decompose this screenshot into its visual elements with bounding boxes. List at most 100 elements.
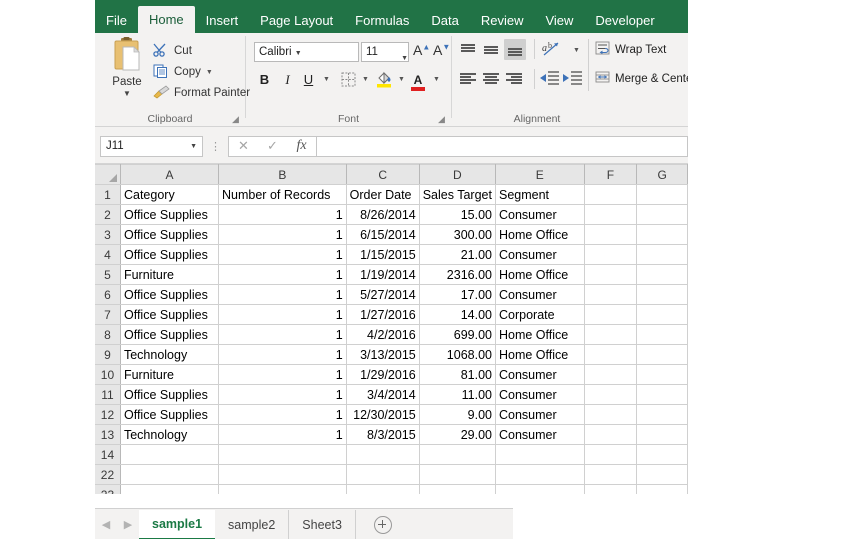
cell-G9[interactable] (636, 344, 688, 365)
cell-D13[interactable]: 29.00 (419, 424, 496, 445)
cell-D22[interactable] (419, 464, 496, 485)
column-header-e[interactable]: E (495, 164, 585, 185)
cell-B4[interactable]: 1 (218, 244, 347, 265)
cell-A6[interactable]: Office Supplies (120, 284, 220, 305)
cell-B1[interactable]: Number of Records (218, 184, 347, 205)
ribbon-tab-formulas[interactable]: Formulas (344, 8, 420, 33)
row-header-6[interactable]: 6 (95, 284, 121, 305)
formula-input[interactable] (316, 135, 688, 157)
cell-F8[interactable] (584, 324, 638, 345)
decrease-font-size-button[interactable]: A▼ (433, 42, 450, 58)
cell-E4[interactable]: Consumer (495, 244, 585, 265)
clipboard-dialog-launcher-icon[interactable]: ◢ (232, 115, 241, 124)
cell-F4[interactable] (584, 244, 638, 265)
cell-C9[interactable]: 3/13/2015 (346, 344, 420, 365)
cell-D3[interactable]: 300.00 (419, 224, 496, 245)
font-size-input[interactable]: 11 ▼ (361, 42, 409, 62)
cell-F13[interactable] (584, 424, 638, 445)
row-header-14[interactable]: 14 (95, 444, 121, 465)
cell-F23[interactable] (584, 484, 638, 494)
cell-C23[interactable] (346, 484, 420, 494)
cell-G4[interactable] (636, 244, 688, 265)
cell-C7[interactable]: 1/27/2016 (346, 304, 420, 325)
cell-G11[interactable] (636, 384, 688, 405)
cell-D10[interactable]: 81.00 (419, 364, 496, 385)
cell-E14[interactable] (495, 444, 585, 465)
wrap-text-button[interactable]: Wrap Text (595, 41, 666, 59)
cell-F11[interactable] (584, 384, 638, 405)
font-color-button[interactable]: A (409, 70, 427, 91)
cell-B12[interactable]: 1 (218, 404, 347, 425)
cell-C13[interactable]: 8/3/2015 (346, 424, 420, 445)
cell-E1[interactable]: Segment (495, 184, 585, 205)
cell-G12[interactable] (636, 404, 688, 425)
cell-D7[interactable]: 14.00 (419, 304, 496, 325)
cell-A1[interactable]: Category (120, 184, 220, 205)
cell-C4[interactable]: 1/15/2015 (346, 244, 420, 265)
bold-button[interactable]: B (256, 70, 273, 90)
row-header-13[interactable]: 13 (95, 424, 121, 445)
align-middle-button[interactable] (481, 41, 501, 59)
cell-F12[interactable] (584, 404, 638, 425)
cell-G7[interactable] (636, 304, 688, 325)
previous-sheet-icon[interactable]: ◀ (95, 518, 117, 531)
cell-G3[interactable] (636, 224, 688, 245)
formula-bar-handle[interactable]: ⋮ (210, 140, 221, 153)
cell-C2[interactable]: 8/26/2014 (346, 204, 420, 225)
cell-B2[interactable]: 1 (218, 204, 347, 225)
cell-G10[interactable] (636, 364, 688, 385)
format-painter-button[interactable]: Format Painter (153, 83, 250, 103)
row-header-3[interactable]: 3 (95, 224, 121, 245)
cell-G22[interactable] (636, 464, 688, 485)
cell-D12[interactable]: 9.00 (419, 404, 496, 425)
ribbon-tab-file[interactable]: File (95, 8, 138, 33)
cell-C3[interactable]: 6/15/2014 (346, 224, 420, 245)
cut-button[interactable]: Cut (153, 41, 192, 61)
increase-indent-button[interactable] (563, 70, 583, 88)
insert-function-icon[interactable]: fx (287, 138, 316, 154)
cell-E23[interactable] (495, 484, 585, 494)
cell-C22[interactable] (346, 464, 420, 485)
cell-A3[interactable]: Office Supplies (120, 224, 220, 245)
cell-E5[interactable]: Home Office (495, 264, 585, 285)
cell-E8[interactable]: Home Office (495, 324, 585, 345)
cell-F5[interactable] (584, 264, 638, 285)
row-header-4[interactable]: 4 (95, 244, 121, 265)
cell-G2[interactable] (636, 204, 688, 225)
cell-E13[interactable]: Consumer (495, 424, 585, 445)
paste-caret-icon[interactable]: ▼ (103, 90, 151, 98)
orientation-button[interactable]: a b (542, 40, 566, 58)
cell-A13[interactable]: Technology (120, 424, 220, 445)
row-header-1[interactable]: 1 (95, 184, 121, 205)
align-right-button[interactable] (504, 70, 524, 88)
font-name-input[interactable]: Calibri ▼ (254, 42, 359, 62)
cell-D2[interactable]: 15.00 (419, 204, 496, 225)
row-header-22[interactable]: 22 (95, 464, 121, 485)
cell-G8[interactable] (636, 324, 688, 345)
cell-G6[interactable] (636, 284, 688, 305)
font-size-caret-icon[interactable]: ▼ (401, 49, 408, 68)
cell-B9[interactable]: 1 (218, 344, 347, 365)
cell-E6[interactable]: Consumer (495, 284, 585, 305)
paste-button[interactable]: Paste ▼ (103, 37, 151, 111)
cell-D1[interactable]: Sales Target (419, 184, 496, 205)
cell-F7[interactable] (584, 304, 638, 325)
cell-C6[interactable]: 5/27/2014 (346, 284, 420, 305)
cell-E12[interactable]: Consumer (495, 404, 585, 425)
ribbon-tab-home[interactable]: Home (137, 6, 195, 33)
cell-A10[interactable]: Furniture (120, 364, 220, 385)
cell-B8[interactable]: 1 (218, 324, 347, 345)
cell-A8[interactable]: Office Supplies (120, 324, 220, 345)
cell-B10[interactable]: 1 (218, 364, 347, 385)
cell-E11[interactable]: Consumer (495, 384, 585, 405)
cell-E3[interactable]: Home Office (495, 224, 585, 245)
cell-E10[interactable]: Consumer (495, 364, 585, 385)
sheet-tab-sample1[interactable]: sample1 (139, 509, 216, 539)
cell-B22[interactable] (218, 464, 347, 485)
cell-C11[interactable]: 3/4/2014 (346, 384, 420, 405)
increase-font-size-button[interactable]: A▲ (413, 42, 430, 58)
cell-E2[interactable]: Consumer (495, 204, 585, 225)
underline-caret-icon[interactable]: ▼ (318, 70, 335, 90)
ribbon-tab-page-layout[interactable]: Page Layout (249, 8, 344, 33)
cell-A23[interactable] (120, 484, 220, 494)
